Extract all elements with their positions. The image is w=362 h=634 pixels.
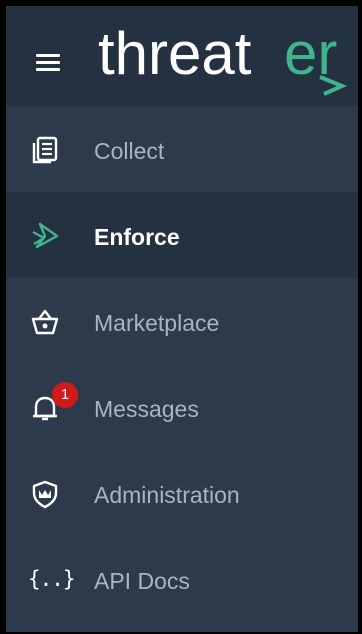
sidebar: threat er Collect Enforce Marketplace 1 … (6, 6, 358, 632)
sidebar-item-label: Marketplace (94, 310, 220, 336)
sidebar-item-collect[interactable]: Collect (6, 106, 358, 192)
sidebar-item-label: Enforce (94, 224, 180, 250)
shield-crown-icon (30, 479, 60, 509)
sidebar-item-administration[interactable]: Administration (6, 450, 358, 536)
notification-badge: 1 (52, 382, 78, 408)
braces-icon: {..} (28, 567, 76, 591)
sidebar-item-label: Administration (94, 482, 240, 508)
sidebar-nav: Collect Enforce Marketplace 1 Messages A… (6, 106, 358, 622)
logo-wordmark-prefix: threat (98, 22, 252, 87)
sidebar-header: threat er (6, 6, 358, 106)
hamburger-menu-icon[interactable] (36, 54, 62, 74)
logo-wordmark-suffix: er (284, 22, 337, 87)
sidebar-item-enforce[interactable]: Enforce (6, 192, 358, 278)
sidebar-item-label: Collect (94, 138, 165, 164)
sidebar-item-label: Messages (94, 396, 199, 422)
sidebar-item-label: API Docs (94, 568, 190, 594)
collect-icon (30, 135, 60, 165)
basket-icon (30, 307, 60, 337)
threater-logo[interactable]: threat er (98, 22, 356, 102)
enforce-icon (30, 221, 60, 251)
sidebar-item-api-docs[interactable]: {..} API Docs (6, 536, 358, 622)
sidebar-item-marketplace[interactable]: Marketplace (6, 278, 358, 364)
sidebar-item-messages[interactable]: 1 Messages (6, 364, 358, 450)
